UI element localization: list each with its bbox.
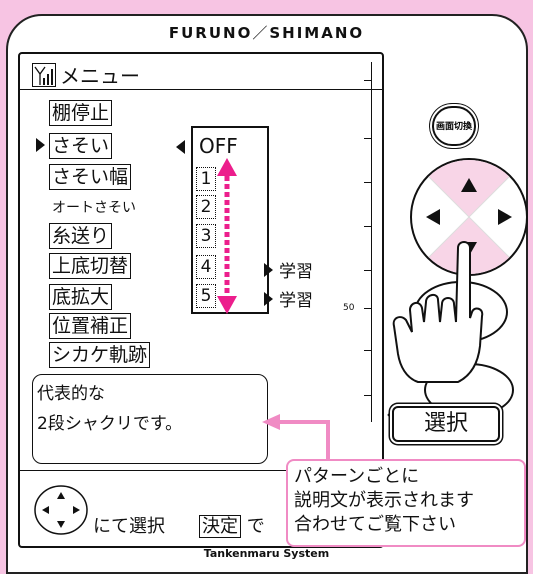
menu-item-position-correct[interactable]: 位置補正 <box>49 313 132 339</box>
description-line-1: 代表的な <box>37 384 105 404</box>
callout-line-1: パターンごとに <box>294 466 420 487</box>
scale-tick <box>364 395 372 396</box>
scroll-arrow-icon <box>217 158 237 314</box>
ok-instruction: 決定 で <box>199 512 265 538</box>
learn-cursor-icon <box>264 262 273 277</box>
scale-tick <box>364 226 372 227</box>
select-instruction: にて選択 <box>93 516 165 537</box>
scale-tick <box>364 138 372 139</box>
callout-line-3: 合わせてご覧下さい <box>294 514 456 535</box>
menu-item-sasoi[interactable]: さそい <box>49 133 113 159</box>
antenna-signal-icon <box>32 62 56 87</box>
dpad-left-icon[interactable] <box>426 209 440 225</box>
option-4[interactable]: 4 <box>196 255 216 279</box>
learn-label-4: 学習 <box>264 257 313 282</box>
menu-item-top-bottom-switch[interactable]: 上底切替 <box>49 253 132 279</box>
menu-item-line-feed[interactable]: 糸送り <box>49 223 113 249</box>
option-off[interactable]: OFF <box>199 134 238 158</box>
description-line-2: 2段シャクリです。 <box>37 414 183 434</box>
ok-key-label: 決定 <box>199 515 241 538</box>
dpad-small-icon <box>34 485 88 535</box>
learn-text: 学習 <box>279 262 313 282</box>
description-box: 代表的な 2段シャクリです。 <box>32 374 268 464</box>
menu-item-sasoi-width[interactable]: さそい幅 <box>49 164 132 190</box>
brand-shimano: SHIMANO <box>269 24 365 42</box>
menu-cursor-icon <box>36 138 45 152</box>
menu-item-tana-stop[interactable]: 棚停止 <box>49 100 113 126</box>
menu-title: メニュー <box>60 64 140 88</box>
option-5[interactable]: 5 <box>196 284 216 308</box>
scale-tick <box>364 350 372 351</box>
menu-item-auto-sasoi[interactable]: オートさそい <box>52 197 136 217</box>
screen-switch-button[interactable]: 画面切換 <box>432 106 476 146</box>
scale-tick <box>364 182 372 183</box>
option-cursor-icon <box>176 140 185 154</box>
explanation-callout: パターンごとに 説明文が表示されます 合わせてご覧下さい <box>286 459 526 547</box>
scale-label-50: 50 <box>343 303 355 313</box>
learn-text: 学習 <box>279 291 313 311</box>
scale-tick <box>364 308 372 309</box>
learn-label-5: 学習 <box>264 286 313 311</box>
select-button[interactable]: 選択 <box>392 406 500 442</box>
menu-header: メニュー <box>32 60 140 89</box>
menu-item-bottom-zoom[interactable]: 底拡大 <box>49 284 113 310</box>
brand-furuno: FURUNO <box>168 24 253 42</box>
callout-line-2: 説明文が表示されます <box>294 490 474 511</box>
option-1[interactable]: 1 <box>196 167 216 191</box>
menu-item-rig-trace[interactable]: シカケ軌跡 <box>49 342 151 368</box>
footer-text: Tankenmaru System <box>203 547 330 560</box>
scale-tick <box>364 270 372 271</box>
option-3[interactable]: 3 <box>196 224 216 248</box>
learn-cursor-icon <box>264 291 273 306</box>
ok-suffix: で <box>246 516 265 537</box>
depth-scale-line <box>371 62 372 422</box>
pointing-hand-icon <box>392 241 484 383</box>
header-divider <box>18 89 384 90</box>
dpad-right-icon[interactable] <box>498 209 512 225</box>
scale-tick <box>364 80 372 81</box>
option-2[interactable]: 2 <box>196 195 216 219</box>
brand-logo: FURUNO／SHIMANO <box>0 22 533 43</box>
brand-separator: ／ <box>252 24 270 42</box>
